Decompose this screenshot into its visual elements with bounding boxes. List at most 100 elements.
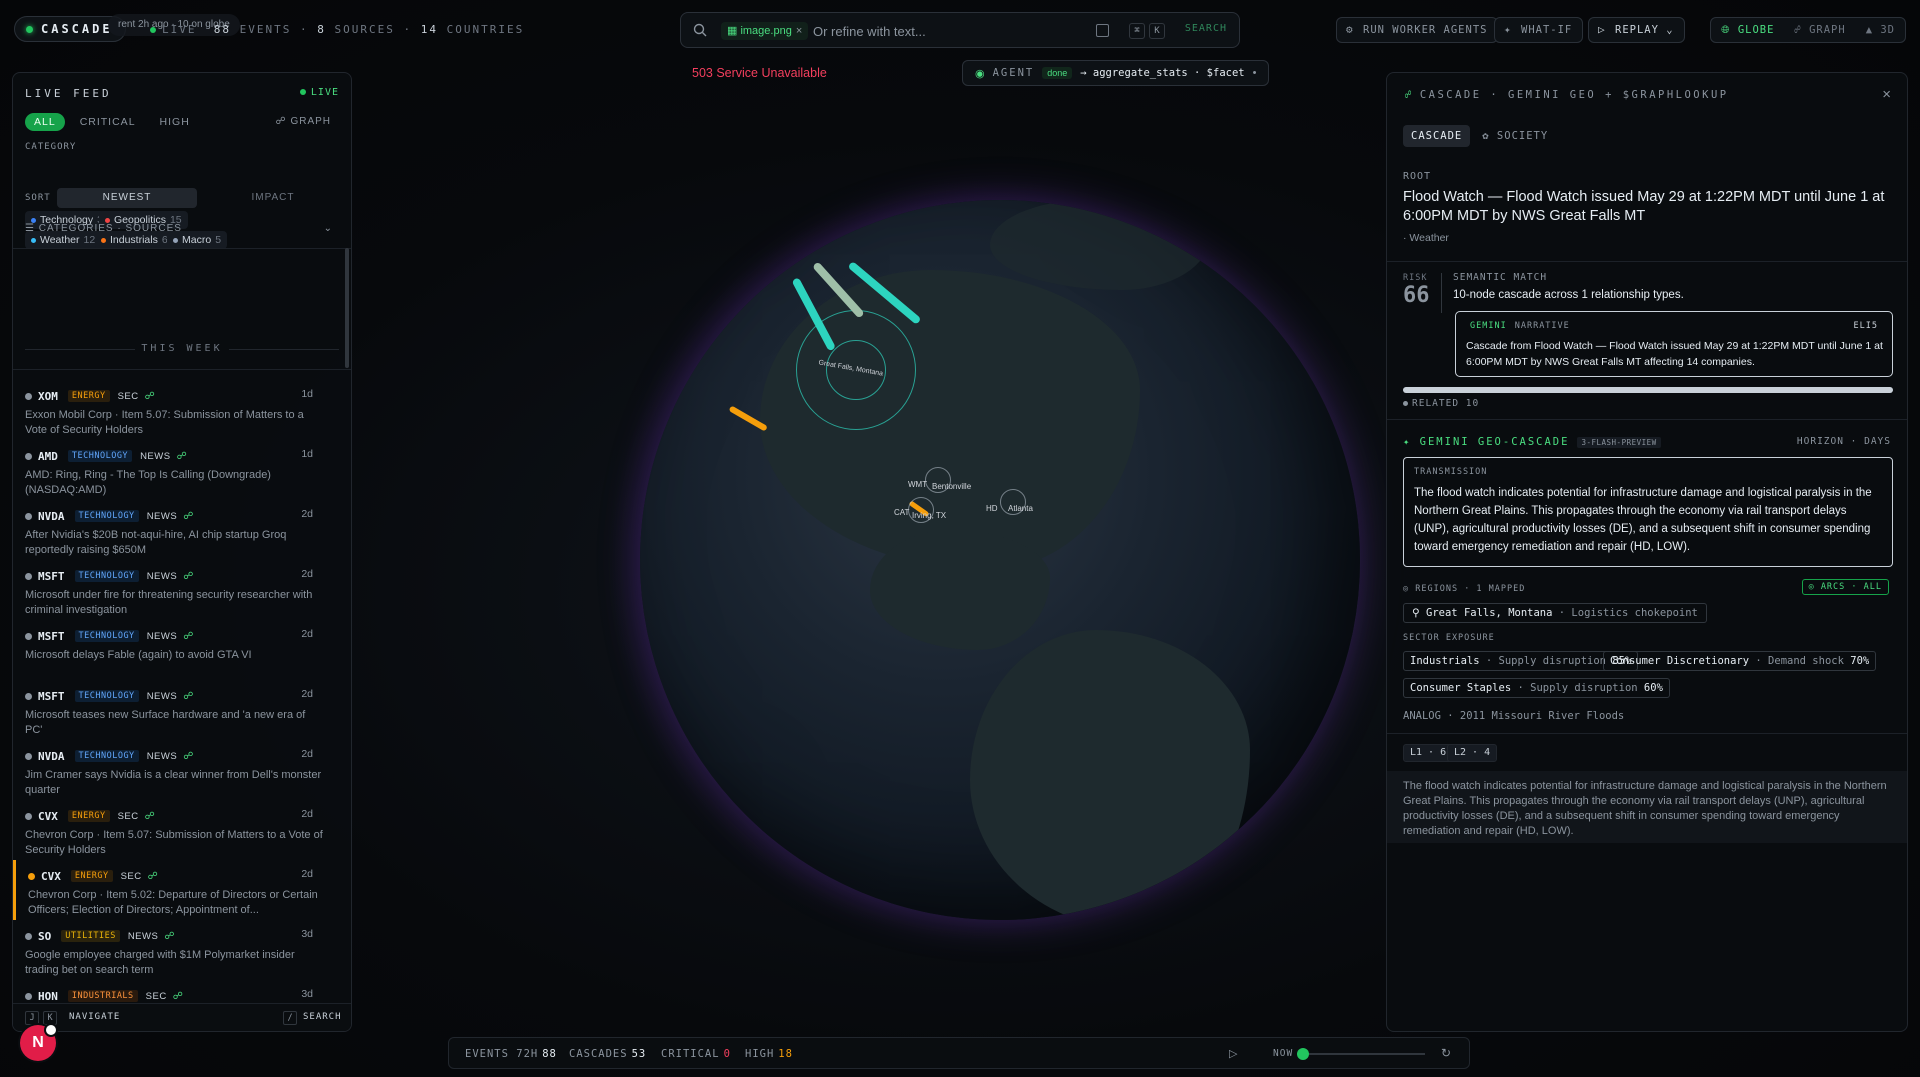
categories-sources-toggle[interactable]: ☰ CATEGORIES · SOURCES ⌄ bbox=[25, 223, 339, 239]
severity-dot-icon bbox=[25, 932, 32, 940]
timeline-slider[interactable] bbox=[1297, 1048, 1425, 1060]
sparkle-icon: ✦ bbox=[1403, 436, 1420, 448]
what-if-button[interactable]: ✦ WHAT-IF bbox=[1494, 17, 1584, 43]
chevron-down-icon: ⌄ bbox=[323, 223, 333, 234]
network-icon[interactable]: ☍ bbox=[173, 991, 183, 1002]
view-graph-tab[interactable]: ☍ GRAPH bbox=[1784, 18, 1855, 42]
shortcut-key-slash: / bbox=[283, 1011, 297, 1025]
risk-label: RISK bbox=[1403, 273, 1428, 283]
feed-event-row[interactable]: AMD TECHNOLOGY NEWS ☍ 1d AMD: Ring, Ring - Th… bbox=[13, 440, 351, 500]
regions-label: ◎ REGIONS · 1 MAPPED bbox=[1403, 584, 1525, 594]
high-label: HIGH bbox=[745, 1048, 775, 1060]
cascade-detail-panel: ☍ CASCADE · GEMINI GEO + $GRAPHLOOKUP × C… bbox=[1386, 72, 1908, 1032]
network-icon[interactable]: ☍ bbox=[183, 571, 193, 582]
filter-all[interactable]: ALL bbox=[25, 113, 65, 131]
feed-event-row[interactable]: NVDA TECHNOLOGY NEWS ☍ 2d After Nvidia's $20B… bbox=[13, 500, 351, 560]
feed-event-row[interactable]: CVX ENERGY SEC ☍ 2d Chevron Corp · Item 5.02:… bbox=[13, 860, 351, 920]
region-chip[interactable]: ⚲ Great Falls, Montana · Logistics choke… bbox=[1403, 603, 1707, 623]
event-age: 2d bbox=[301, 748, 313, 760]
network-icon[interactable]: ☍ bbox=[145, 811, 155, 822]
sort-label: SORT bbox=[25, 193, 51, 203]
level-1-chip[interactable]: L1 · 6 bbox=[1403, 744, 1454, 762]
feed-event-row[interactable]: MSFT TECHNOLOGY NEWS ☍ 2d Microsoft teases ne… bbox=[13, 680, 351, 740]
divider bbox=[13, 248, 351, 249]
image-attachment-chip[interactable]: ▦ image.png × bbox=[721, 22, 809, 40]
sort-newest-button[interactable]: NEWEST bbox=[57, 188, 197, 208]
event-meta: NVDA TECHNOLOGY NEWS ☍ bbox=[25, 748, 193, 764]
network-icon[interactable]: ☍ bbox=[148, 871, 158, 882]
tab-cascade[interactable]: CASCADE bbox=[1403, 125, 1471, 147]
severity-dot-icon bbox=[25, 512, 32, 520]
event-title: Google employee charged with $1M Polymar… bbox=[25, 949, 295, 976]
close-icon[interactable]: × bbox=[1882, 86, 1891, 103]
severity-dot-icon bbox=[28, 872, 35, 880]
search-button[interactable]: SEARCH bbox=[1185, 23, 1227, 34]
wmt-label: WMT bbox=[908, 480, 928, 489]
arcs-all-toggle[interactable]: ◎ ARCS · ALL bbox=[1801, 579, 1889, 595]
live-feed-panel: LIVE FEED LIVE ALL CRITICAL HIGH ☍ GRAPH… bbox=[12, 72, 352, 1032]
feed-title: LIVE FEED bbox=[25, 87, 112, 100]
network-icon[interactable]: ☍ bbox=[183, 511, 193, 522]
agent-label: AGENT bbox=[992, 67, 1035, 79]
feed-graph-button[interactable]: ☍ GRAPH bbox=[268, 113, 339, 131]
category-label: CATEGORY bbox=[25, 142, 77, 152]
play-icon: ▷ bbox=[1598, 23, 1606, 36]
search-input[interactable] bbox=[813, 21, 1113, 41]
play-icon[interactable]: ▷ bbox=[1229, 1047, 1237, 1060]
network-icon[interactable]: ☍ bbox=[177, 451, 187, 462]
feed-event-row[interactable]: SO UTILITIES NEWS ☍ 3d Google employee charge… bbox=[13, 920, 351, 980]
network-icon[interactable]: ☍ bbox=[183, 691, 193, 702]
tab-society[interactable]: ✿ SOCIETY bbox=[1474, 125, 1556, 147]
category-dot-icon bbox=[31, 217, 36, 223]
feed-event-row[interactable]: XOM ENERGY SEC ☍ 1d Exxon Mobil Corp · Item 5… bbox=[13, 380, 351, 440]
sector-exposure-chip[interactable]: Consumer Staples · Supply disruption 60% bbox=[1403, 678, 1670, 698]
run-worker-agents-button[interactable]: ⚙ RUN WORKER AGENTS bbox=[1336, 17, 1499, 43]
event-source: SEC bbox=[117, 390, 139, 402]
network-icon[interactable]: ☍ bbox=[183, 631, 193, 642]
globe[interactable]: Great Falls, Montana WMT Bentonville CAT… bbox=[640, 200, 1360, 920]
view-globe-tab[interactable]: 🌐︎ GLOBE bbox=[1711, 18, 1784, 42]
user-avatar[interactable]: N bbox=[20, 1023, 58, 1061]
greenland-landmass bbox=[990, 200, 1210, 290]
agent-status[interactable]: ◉ AGENT done → aggregate_stats · $facet … bbox=[962, 60, 1270, 86]
event-ticker: MSFT bbox=[38, 629, 65, 643]
network-icon[interactable]: ☍ bbox=[164, 931, 174, 942]
sector-name: Consumer Staples bbox=[1410, 682, 1512, 694]
remove-attachment-icon[interactable]: × bbox=[796, 25, 802, 37]
network-icon[interactable]: ☍ bbox=[145, 391, 155, 402]
filter-high[interactable]: HIGH bbox=[151, 113, 199, 131]
feed-event-row[interactable]: MSFT TECHNOLOGY NEWS ☍ 2d Microsoft under fir… bbox=[13, 560, 351, 620]
globe-view[interactable]: Great Falls, Montana WMT Bentonville CAT… bbox=[570, 140, 1410, 980]
eli5-toggle[interactable]: ELI5 bbox=[1854, 321, 1878, 331]
feed-event-row[interactable]: MSFT TECHNOLOGY NEWS ☍ 2d Microsoft delays Fa… bbox=[13, 620, 351, 680]
related-count[interactable]: RELATED 10 bbox=[1403, 398, 1479, 409]
network-icon[interactable]: ☍ bbox=[183, 751, 193, 762]
event-title: Exxon Mobil Corp · Item 5.07: Submission… bbox=[25, 409, 304, 436]
event-meta: HON INDUSTRIALS SEC ☍ bbox=[25, 988, 183, 1004]
level-2-chip[interactable]: L2 · 4 bbox=[1447, 744, 1498, 762]
event-age: 1d bbox=[301, 388, 313, 400]
sector-exposure-chip[interactable]: Consumer Discretionary · Demand shock 70… bbox=[1603, 651, 1877, 671]
arcs-all-label: ARCS · ALL bbox=[1820, 582, 1882, 592]
reset-icon[interactable]: ↻ bbox=[1441, 1046, 1451, 1060]
timeline-slider-knob[interactable] bbox=[1297, 1048, 1309, 1060]
shortcut-key-k: K bbox=[1149, 23, 1165, 39]
feed-event-row[interactable]: NVDA TECHNOLOGY NEWS ☍ 2d Jim Cramer says Nvi… bbox=[13, 740, 351, 800]
event-age: 2d bbox=[301, 688, 313, 700]
navigate-hint: NAVIGATE bbox=[69, 1012, 121, 1022]
transmission-label: TRANSMISSION bbox=[1414, 467, 1488, 477]
sector-exposure-label: SECTOR EXPOSURE bbox=[1403, 633, 1495, 643]
root-label: ROOT bbox=[1403, 171, 1432, 182]
view-3d-tab[interactable]: ▲ 3D bbox=[1856, 18, 1905, 42]
filter-critical[interactable]: CRITICAL bbox=[71, 113, 145, 131]
sort-impact-button[interactable]: IMPACT bbox=[203, 188, 343, 208]
image-upload-icon[interactable] bbox=[1096, 24, 1109, 37]
hd-label: HD bbox=[986, 504, 998, 513]
severity-filters: ALL CRITICAL HIGH bbox=[25, 113, 199, 131]
search-bar[interactable]: ▦ image.png × ⌘ K SEARCH bbox=[680, 12, 1240, 48]
error-message: 503 Service Unavailable bbox=[692, 66, 827, 80]
replay-button[interactable]: ▷ REPLAY ⌄ bbox=[1588, 17, 1685, 43]
event-ticker: CVX bbox=[41, 869, 61, 883]
sparkle-icon: ✦ bbox=[1504, 23, 1512, 36]
feed-event-row[interactable]: CVX ENERGY SEC ☍ 2d Chevron Corp · Item 5.07:… bbox=[13, 800, 351, 860]
